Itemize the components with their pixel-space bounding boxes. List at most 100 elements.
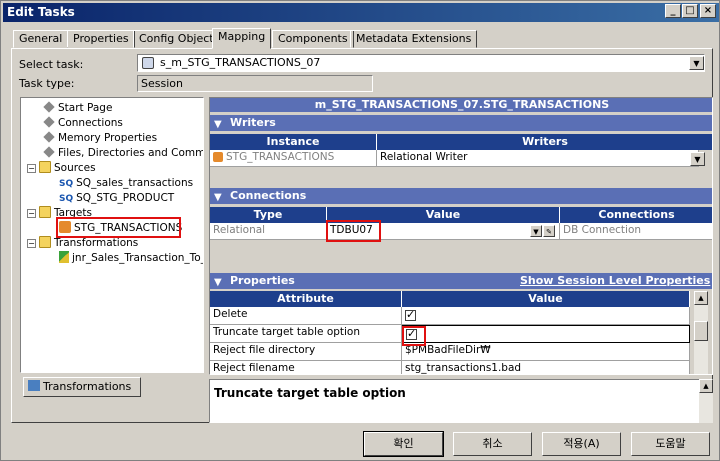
scroll-thumb[interactable]: [694, 321, 708, 341]
tab-metadata-extensions[interactable]: Metadata Extensions: [350, 30, 478, 48]
select-task-value: s_m_STG_TRANSACTIONS_07: [160, 56, 321, 69]
writers-section-header[interactable]: ▼ Writers: [210, 115, 712, 133]
folder-icon: [39, 161, 51, 173]
delete-checkbox-cell[interactable]: [402, 307, 690, 325]
title-bar: Edit Tasks: [3, 3, 719, 22]
tree-label: Sources: [54, 162, 96, 174]
section-title: Connections: [230, 189, 307, 202]
property-attribute: Reject file directory: [210, 343, 402, 361]
tree-label: Memory Properties: [58, 132, 158, 144]
cancel-button[interactable]: 취소: [453, 432, 532, 456]
transformations-icon: [28, 380, 40, 391]
tree-item-sources[interactable]: − Sources: [27, 161, 96, 175]
highlight-box: [402, 326, 426, 346]
mapping-properties-area: m_STG_TRANSACTIONS_07.STG_TRANSACTIONS ▼…: [209, 97, 713, 375]
node-icon: [43, 146, 55, 158]
transformations-label: Transformations: [43, 380, 132, 393]
connection-kind-cell: DB Connection: [560, 223, 712, 240]
node-icon: [43, 116, 55, 128]
show-session-level-properties-link[interactable]: Show Session Level Properties: [520, 273, 710, 289]
description-panel: Truncate target table option: [209, 379, 713, 423]
tree-item-transformation[interactable]: jnr_Sales_Transaction_To_: [59, 251, 204, 265]
select-task-dropdown[interactable]: s_m_STG_TRANSACTIONS_07: [137, 54, 705, 72]
folder-icon: [39, 236, 51, 248]
section-title: Properties: [230, 274, 295, 287]
select-task-label: Select task:: [19, 58, 84, 71]
tree-item-source[interactable]: SQ SQ_STG_PRODUCT: [59, 191, 174, 205]
collapse-icon[interactable]: −: [27, 239, 36, 248]
task-icon: [142, 57, 154, 69]
collapse-toggle-icon[interactable]: ▼: [214, 190, 222, 206]
tree-item-files[interactable]: Files, Directories and Commands: [43, 146, 204, 160]
task-tree: Start Page Connections Memory Properties…: [20, 97, 204, 373]
edit-icon[interactable]: ✎: [543, 225, 555, 237]
property-attribute: Reject filename: [210, 361, 402, 374]
tree-label: SQ_sales_transactions: [76, 177, 194, 189]
property-attribute: Truncate target table option: [210, 325, 402, 343]
source-qualifier-icon: SQ: [59, 179, 74, 189]
tree-item-start-page[interactable]: Start Page: [43, 101, 112, 115]
properties-section-header[interactable]: ▼ Properties Show Session Level Propertie…: [210, 273, 712, 291]
tree-item-memory-properties[interactable]: Memory Properties: [43, 131, 157, 145]
task-type-label: Task type:: [19, 77, 75, 90]
collapse-toggle-icon[interactable]: ▼: [214, 117, 222, 133]
col-header-attribute: Attribute: [210, 291, 402, 307]
checkbox[interactable]: [405, 308, 416, 322]
target-icon: [213, 152, 223, 162]
arrow-down-icon[interactable]: ▼: [530, 225, 542, 237]
writer-select[interactable]: Relational Writer: [377, 150, 699, 167]
tab-config-object[interactable]: Config Object: [133, 30, 220, 48]
highlight-box: [326, 220, 381, 242]
transformations-view-button[interactable]: Transformations: [23, 377, 141, 397]
col-header-instance: Instance: [210, 134, 377, 150]
description-scrollbar[interactable]: ▲: [699, 379, 713, 423]
tree-label: Start Page: [58, 102, 113, 114]
tree-label: jnr_Sales_Transaction_To_: [72, 252, 204, 264]
tab-properties[interactable]: Properties: [67, 30, 135, 48]
tree-item-connections[interactable]: Connections: [43, 116, 123, 130]
chevron-down-icon[interactable]: ▼: [690, 152, 705, 166]
connection-type-cell: Relational: [210, 223, 327, 240]
tree-label: Files, Directories and Commands: [58, 147, 204, 159]
instance-value: STG_TRANSACTIONS: [226, 151, 335, 163]
connections-section-header[interactable]: ▼ Connections: [210, 188, 712, 206]
property-value[interactable]: $PMBadFileDir₩: [402, 343, 690, 361]
tree-item-transformations[interactable]: − Transformations: [27, 236, 138, 250]
col-header-connections: Connections: [560, 207, 712, 223]
chevron-down-icon[interactable]: ▼: [689, 56, 704, 70]
collapse-icon[interactable]: −: [27, 164, 36, 173]
writer-instance-cell: STG_TRANSACTIONS: [210, 150, 377, 167]
truncate-checkbox-cell[interactable]: [402, 325, 690, 343]
tree-label: Transformations: [54, 237, 139, 249]
col-header-type: Type: [210, 207, 327, 223]
node-icon: [43, 131, 55, 143]
description-title: Truncate target table option: [214, 386, 406, 400]
tree-item-source[interactable]: SQ SQ_sales_transactions: [59, 176, 193, 190]
window-title: Edit Tasks: [7, 5, 75, 19]
collapse-toggle-icon[interactable]: ▼: [214, 275, 222, 291]
property-value[interactable]: stg_transactions1.bad: [402, 361, 690, 374]
tab-general[interactable]: General: [13, 30, 69, 48]
apply-button[interactable]: 적용(A): [542, 432, 621, 456]
tab-mapping[interactable]: Mapping: [212, 28, 272, 49]
scroll-up-icon[interactable]: ▲: [699, 379, 713, 393]
property-attribute: Delete: [210, 307, 402, 325]
maximize-icon[interactable]: □: [682, 4, 698, 18]
ok-button[interactable]: 확인: [363, 431, 444, 457]
col-header-writers: Writers: [377, 134, 712, 150]
properties-scrollbar[interactable]: ▲: [694, 291, 708, 374]
scroll-up-icon[interactable]: ▲: [694, 291, 708, 305]
col-header-value: Value: [402, 291, 690, 307]
edit-tasks-window: Edit Tasks _ □ × General Properties Conf…: [0, 0, 720, 461]
joiner-icon: [59, 251, 69, 263]
collapse-icon[interactable]: −: [27, 209, 36, 218]
help-button[interactable]: 도움말: [631, 432, 710, 456]
node-icon: [43, 101, 55, 113]
minimize-icon[interactable]: _: [665, 4, 681, 18]
tab-components[interactable]: Components: [272, 30, 354, 48]
highlight-box: [56, 217, 181, 238]
close-icon[interactable]: ×: [700, 4, 716, 18]
task-type-field: Session: [137, 75, 373, 92]
tree-label: Connections: [58, 117, 123, 129]
tree-label: SQ_STG_PRODUCT: [76, 192, 175, 204]
